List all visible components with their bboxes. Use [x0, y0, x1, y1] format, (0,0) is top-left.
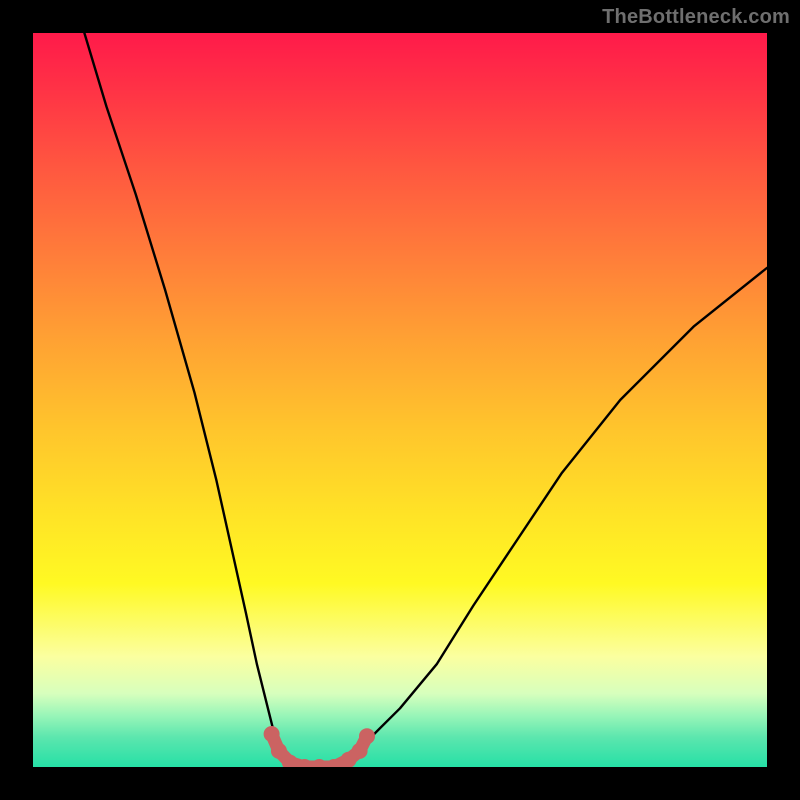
- marker-dot: [352, 743, 368, 759]
- marker-dot: [311, 759, 327, 767]
- highlight-markers: [264, 726, 375, 767]
- bottleneck-curve: [84, 33, 767, 767]
- marker-dot: [264, 726, 280, 742]
- chart-frame: TheBottleneck.com: [0, 0, 800, 800]
- marker-dot: [359, 728, 375, 744]
- plot-area: [33, 33, 767, 767]
- marker-dot: [271, 743, 287, 759]
- chart-svg: [33, 33, 767, 767]
- watermark-text: TheBottleneck.com: [602, 6, 790, 29]
